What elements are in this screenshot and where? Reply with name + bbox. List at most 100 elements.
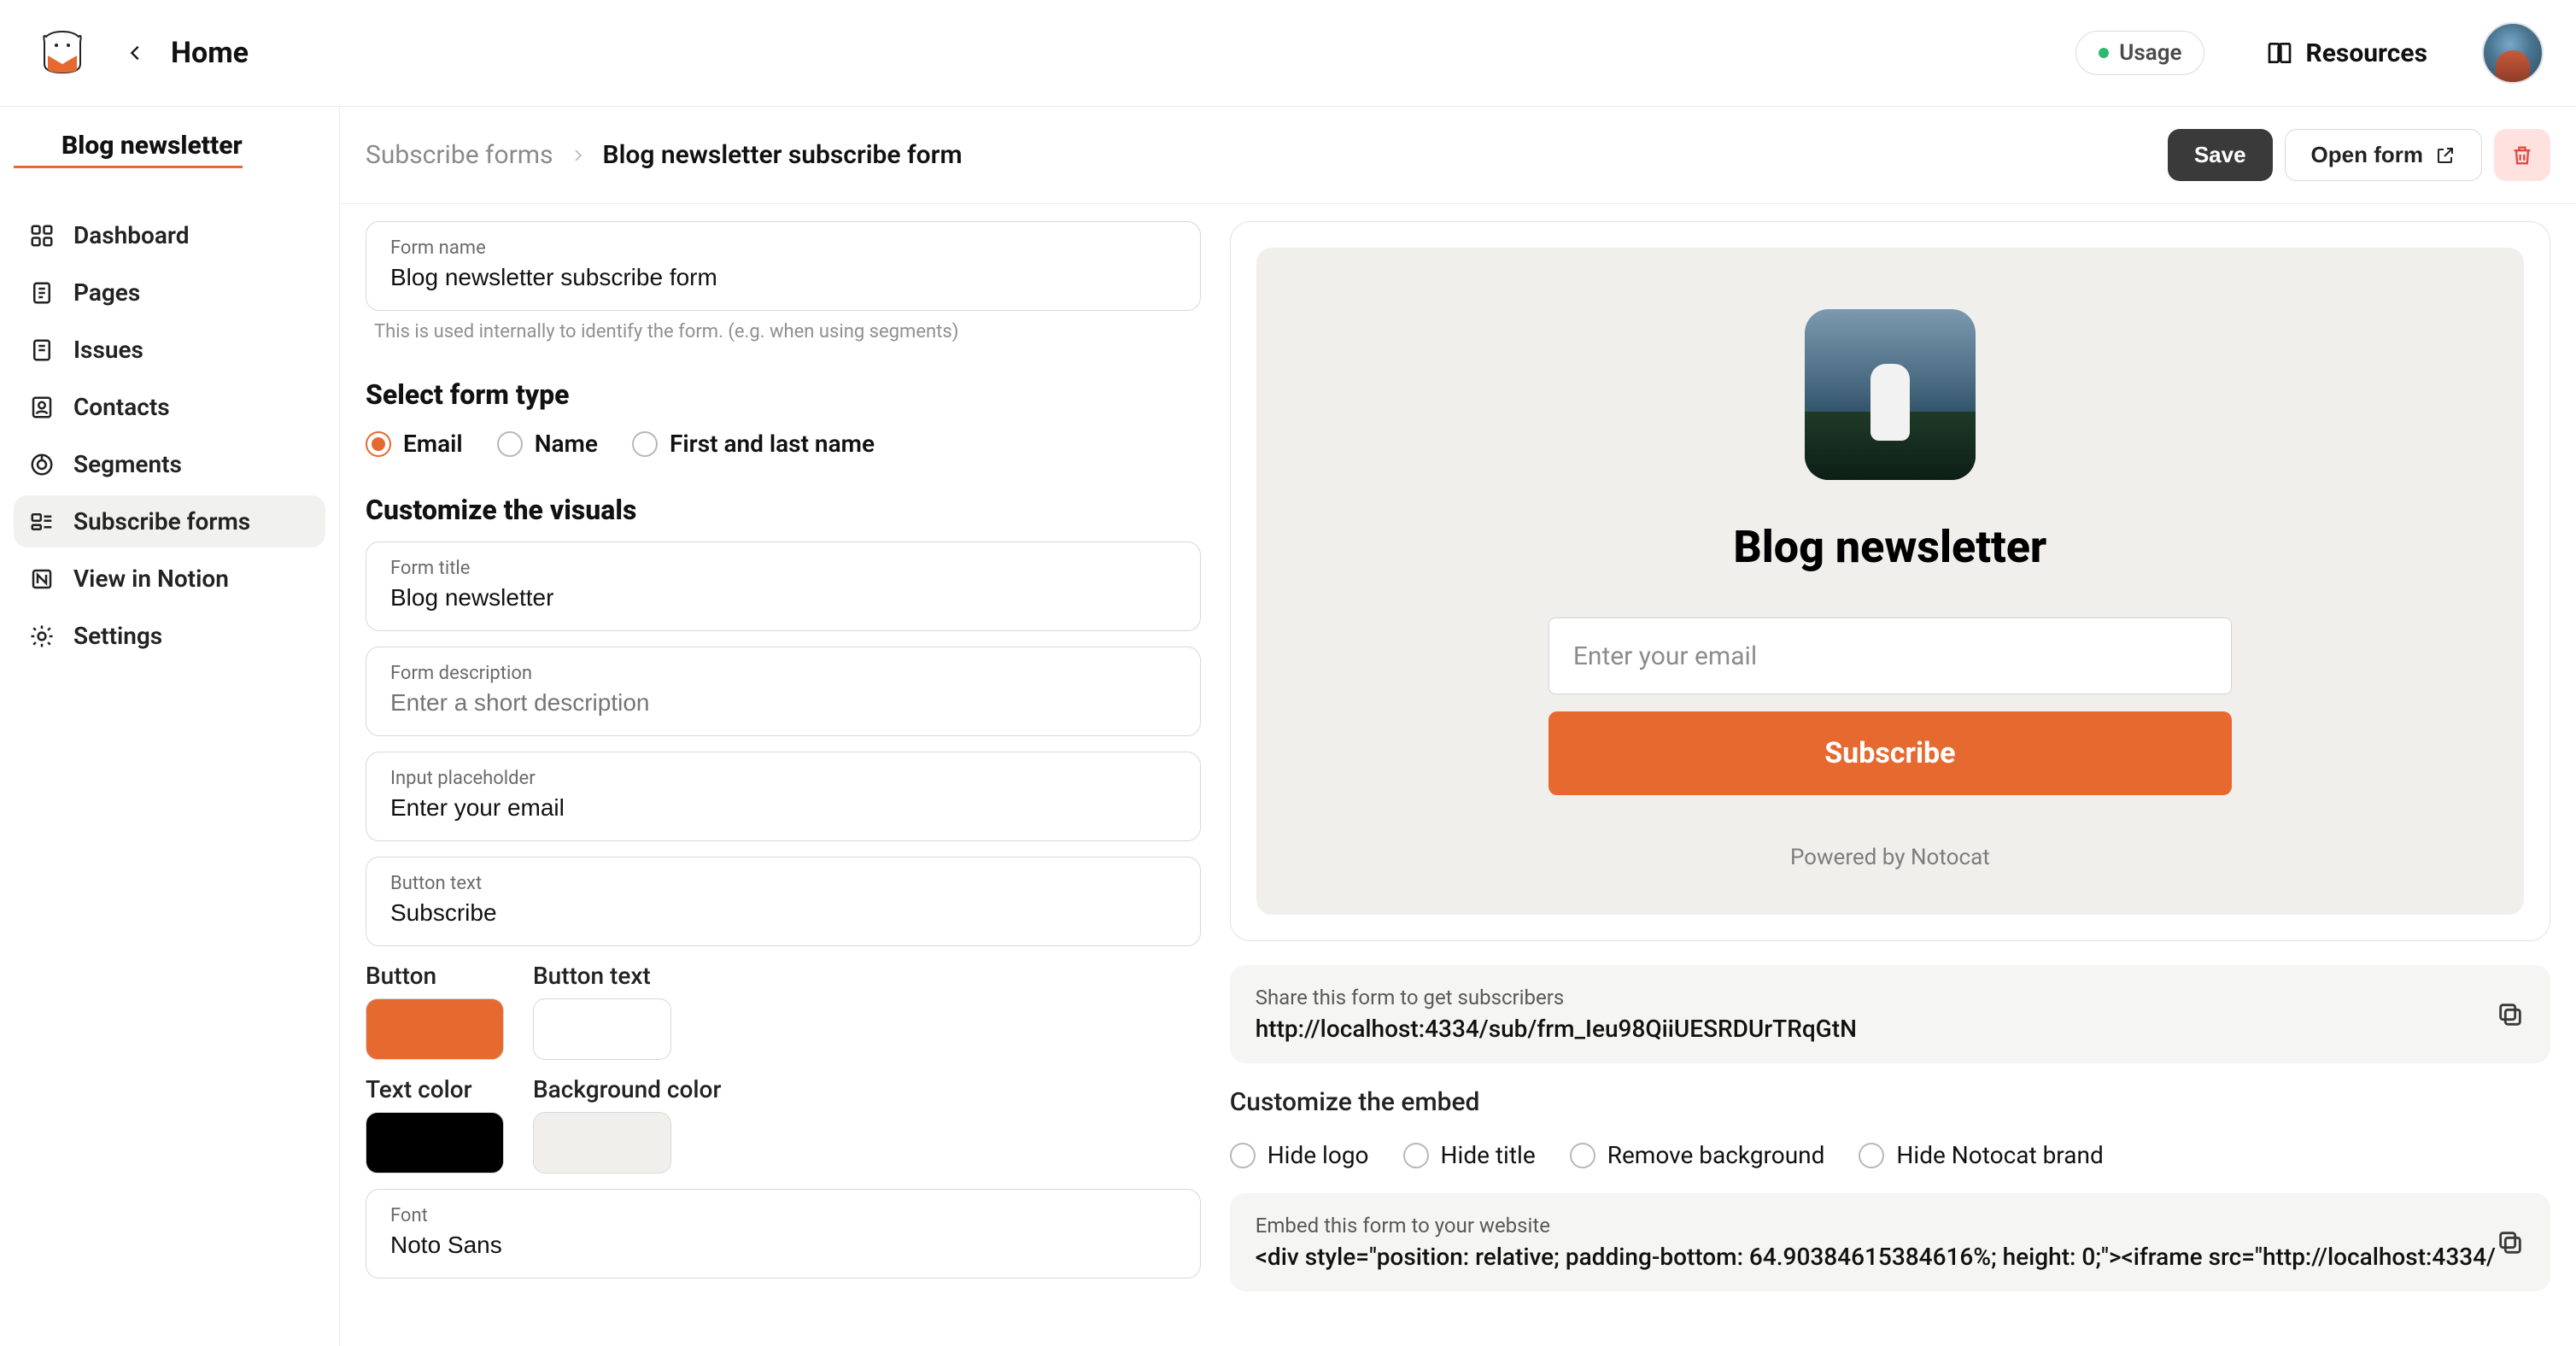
radio-first-last-name[interactable]: First and last name	[632, 430, 875, 458]
chevron-right-icon	[571, 148, 586, 163]
font-input[interactable]	[390, 1232, 1176, 1259]
sidebar-item-contacts[interactable]: Contacts	[14, 381, 325, 433]
preview-email-input[interactable]: Enter your email	[1549, 617, 2232, 694]
sidebar-item-label: Pages	[73, 278, 140, 307]
open-form-button[interactable]: Open form	[2285, 129, 2482, 181]
radio-circle	[632, 431, 658, 457]
button-text-field[interactable]: Button text	[366, 857, 1201, 946]
form-description-field[interactable]: Form description	[366, 647, 1201, 736]
color-label-button-text: Button text	[533, 962, 671, 990]
avatar[interactable]	[2482, 22, 2544, 84]
share-url[interactable]: http://localhost:4334/sub/frm_Ieu98QiiUE…	[1256, 1015, 2496, 1043]
section-customize-visuals: Customize the visuals	[366, 494, 1201, 526]
input-placeholder-field[interactable]: Input placeholder	[366, 752, 1201, 841]
resources-button[interactable]: Resources	[2266, 38, 2427, 68]
check-label: Hide logo	[1268, 1141, 1369, 1169]
sidebar-item-label: Dashboard	[73, 221, 190, 249]
radio-circle	[497, 431, 523, 457]
copy-icon[interactable]	[2496, 1228, 2525, 1257]
external-link-icon	[2435, 145, 2456, 166]
app-logo[interactable]	[39, 30, 85, 76]
sidebar-item-view-in-notion[interactable]: View in Notion	[14, 553, 325, 605]
color-swatch-background[interactable]	[533, 1112, 671, 1173]
sidebar-item-issues[interactable]: Issues	[14, 324, 325, 376]
button-text-input[interactable]	[390, 899, 1176, 927]
sidebar-item-label: Contacts	[73, 393, 170, 421]
sidebar-item-dashboard[interactable]: Dashboard	[14, 209, 325, 261]
radio-name[interactable]: Name	[497, 430, 598, 458]
radio-email[interactable]: Email	[366, 430, 463, 458]
checkbox-circle	[1230, 1143, 1256, 1168]
usage-status-dot	[2099, 48, 2109, 58]
share-card: Share this form to get subscribers http:…	[1230, 965, 2550, 1063]
form-title-field[interactable]: Form title	[366, 541, 1201, 631]
radio-circle	[366, 431, 391, 457]
sidebar-item-label: Settings	[73, 622, 162, 650]
pages-icon	[29, 280, 55, 306]
check-label: Hide Notocat brand	[1896, 1141, 2103, 1169]
radio-label: First and last name	[670, 430, 875, 458]
sidebar-item-label: Segments	[73, 450, 182, 478]
back-icon[interactable]	[126, 44, 145, 62]
usage-label: Usage	[2119, 40, 2181, 66]
delete-button[interactable]	[2494, 129, 2550, 181]
field-label: Form title	[390, 558, 1176, 579]
color-swatch-button-text[interactable]	[533, 998, 671, 1060]
sidebar-title[interactable]: Blog newsletter	[14, 131, 243, 168]
share-label: Share this form to get subscribers	[1256, 986, 2496, 1010]
check-hide-logo[interactable]: Hide logo	[1230, 1141, 1369, 1169]
check-hide-title[interactable]: Hide title	[1403, 1141, 1536, 1169]
color-label-button: Button	[366, 962, 504, 990]
check-hide-brand[interactable]: Hide Notocat brand	[1859, 1141, 2103, 1169]
field-label: Font	[390, 1205, 1176, 1226]
field-label: Form name	[390, 237, 1176, 259]
preview-inner: Blog newsletter Enter your email Subscri…	[1256, 248, 2524, 915]
check-remove-background[interactable]: Remove background	[1570, 1141, 1825, 1169]
page-title-home[interactable]: Home	[171, 36, 249, 70]
radio-label: Email	[403, 430, 463, 458]
copy-icon[interactable]	[2496, 1000, 2525, 1029]
sidebar-item-pages[interactable]: Pages	[14, 266, 325, 319]
embed-heading: Customize the embed	[1230, 1087, 2550, 1117]
subscribe-forms-icon	[29, 509, 55, 535]
embed-code-card: Embed this form to your website <div sty…	[1230, 1193, 2550, 1291]
dashboard-icon	[29, 223, 55, 249]
sidebar-item-label: Subscribe forms	[73, 507, 250, 535]
embed-code[interactable]: <div style="position: relative; padding-…	[1256, 1243, 2496, 1271]
issues-icon	[29, 337, 55, 363]
book-icon	[2266, 39, 2293, 67]
field-label: Input placeholder	[390, 768, 1176, 789]
embed-code-label: Embed this form to your website	[1256, 1214, 2496, 1238]
usage-button[interactable]: Usage	[2075, 31, 2204, 75]
check-label: Hide title	[1441, 1141, 1536, 1169]
preview-powered-by[interactable]: Powered by Notocat	[1790, 845, 1990, 870]
color-swatch-text[interactable]	[366, 1112, 504, 1173]
breadcrumb-parent[interactable]: Subscribe forms	[366, 140, 553, 170]
sidebar-item-segments[interactable]: Segments	[14, 438, 325, 490]
gear-icon	[29, 623, 55, 649]
embed-options: Hide logo Hide title Remove background H…	[1230, 1141, 2550, 1169]
form-name-input[interactable]	[390, 264, 1176, 291]
preview-subscribe-button[interactable]: Subscribe	[1549, 711, 2232, 795]
input-placeholder-input[interactable]	[390, 794, 1176, 822]
sidebar-item-label: View in Notion	[73, 565, 229, 593]
contacts-icon	[29, 395, 55, 420]
preview-logo-image	[1805, 309, 1976, 480]
form-title-input[interactable]	[390, 584, 1176, 612]
resources-label: Resources	[2305, 38, 2427, 68]
check-label: Remove background	[1607, 1141, 1825, 1169]
form-description-input[interactable]	[390, 689, 1176, 717]
form-name-field[interactable]: Form name	[366, 221, 1201, 311]
checkbox-circle	[1859, 1143, 1884, 1168]
sidebar-item-subscribe-forms[interactable]: Subscribe forms	[14, 495, 325, 547]
section-select-form-type: Select form type	[366, 378, 1201, 411]
breadcrumb: Subscribe forms Blog newsletter subscrib…	[366, 140, 963, 170]
breadcrumb-current: Blog newsletter subscribe form	[603, 140, 963, 170]
segments-icon	[29, 452, 55, 477]
radio-label: Name	[535, 430, 598, 458]
sidebar-item-settings[interactable]: Settings	[14, 610, 325, 662]
font-field[interactable]: Font	[366, 1189, 1201, 1279]
save-button[interactable]: Save	[2168, 129, 2273, 181]
color-swatch-button[interactable]	[366, 998, 504, 1060]
sidebar-item-label: Issues	[73, 336, 143, 364]
